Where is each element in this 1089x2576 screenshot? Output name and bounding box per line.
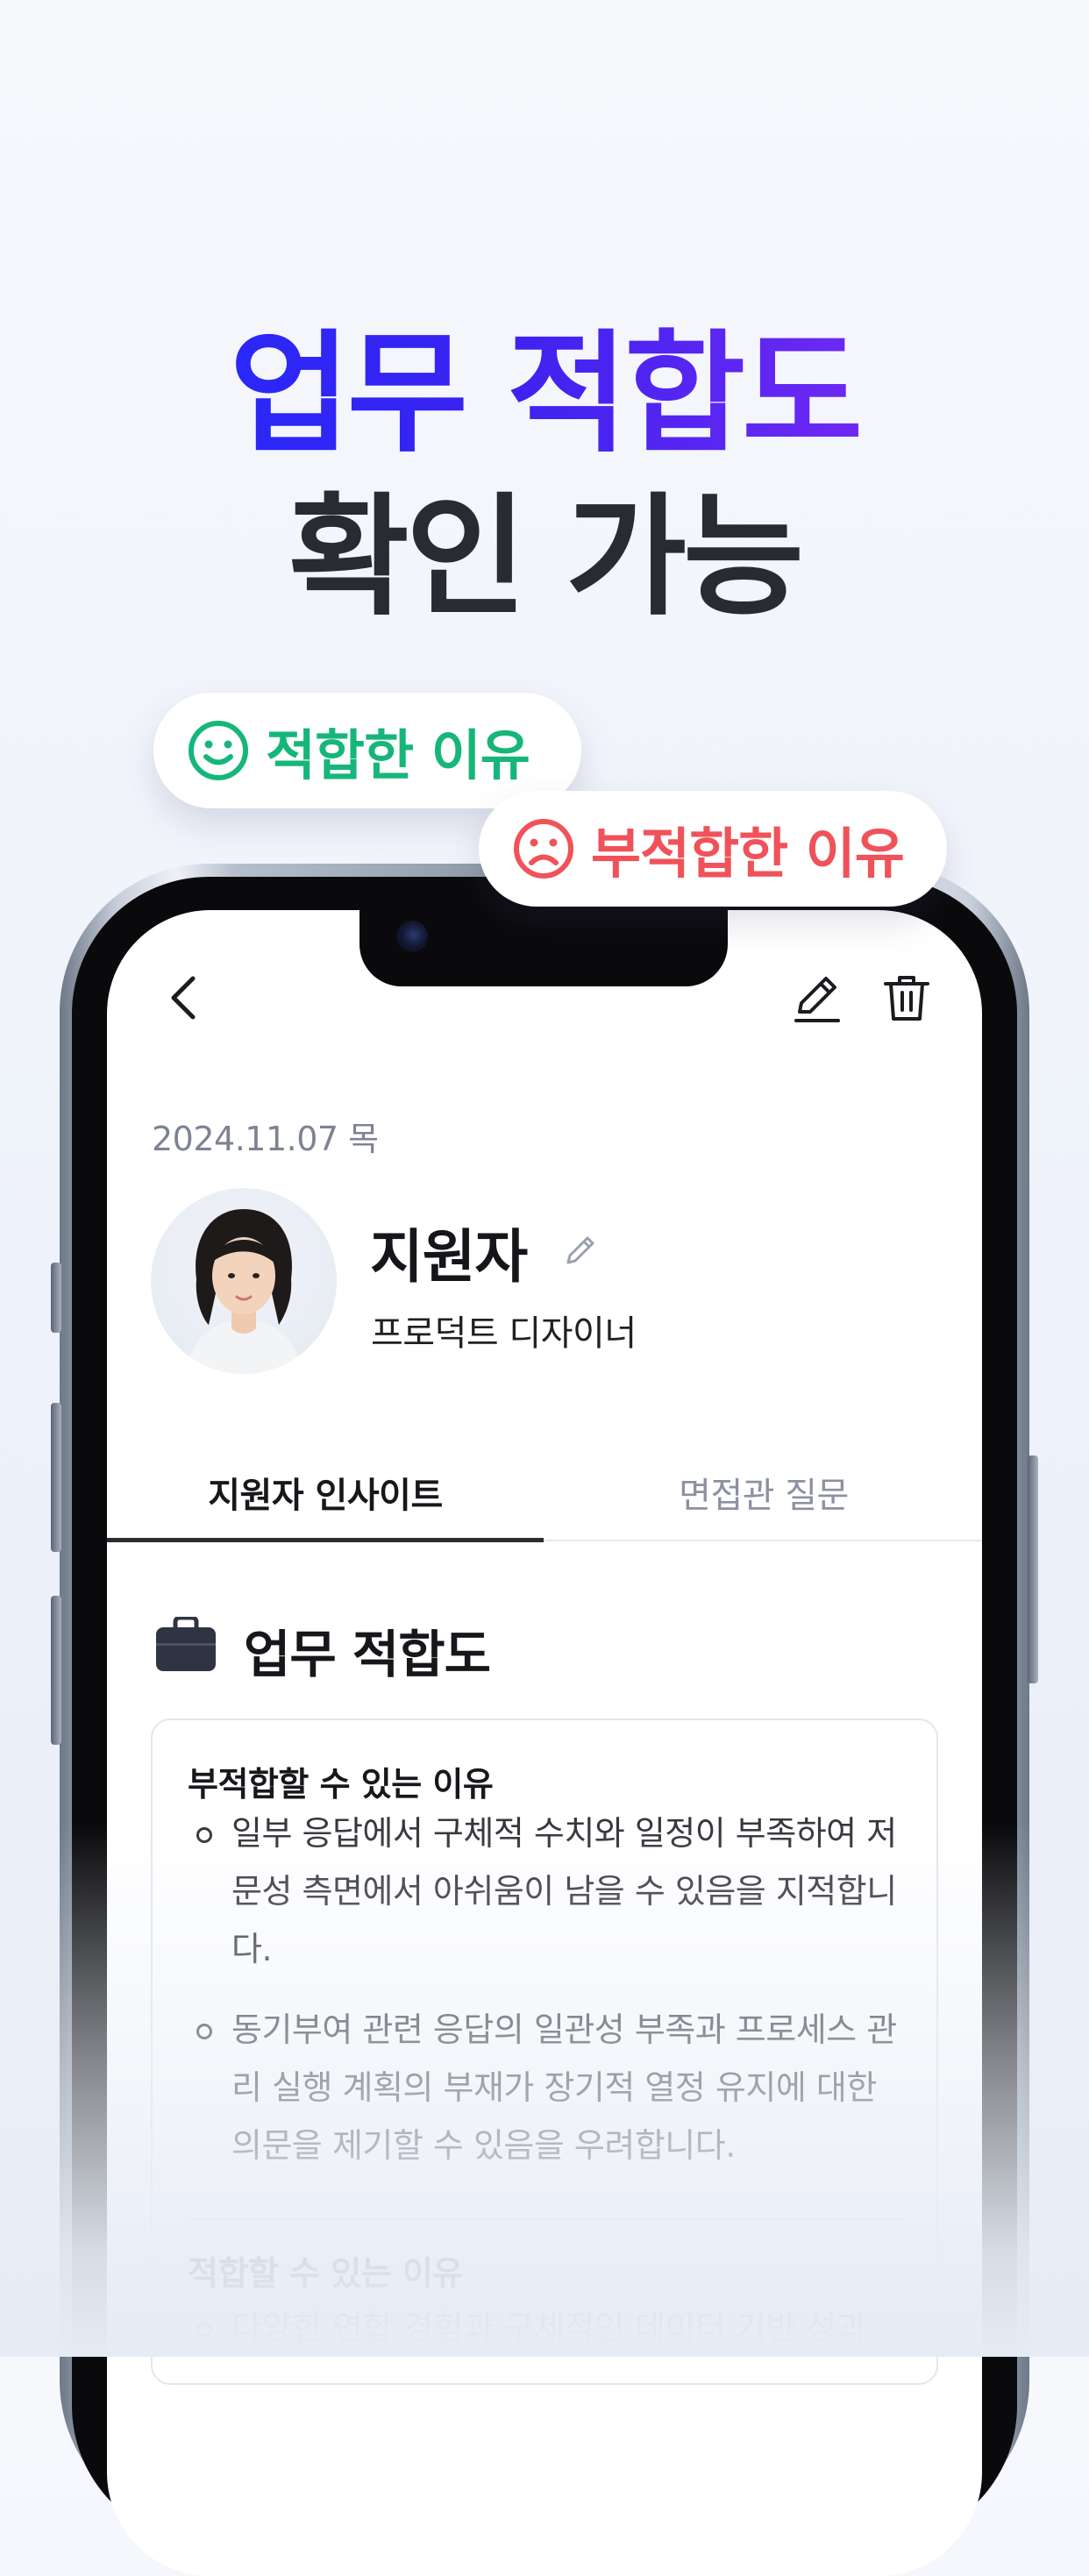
unfit-reason-chip: 부적합한 이유	[479, 791, 947, 907]
unfit-reason-chip-label: 부적합한 이유	[591, 822, 905, 886]
fit-reason-chip-label: 적합한 이유	[266, 723, 530, 787]
section-title: 업무 적합도	[244, 1625, 491, 1684]
phone-volume-up-button	[51, 1403, 61, 1552]
app-bar	[107, 956, 982, 1043]
chevron-left-icon	[171, 976, 196, 1020]
frown-icon	[514, 819, 573, 879]
edit-name-button[interactable]	[561, 1229, 601, 1270]
candidate-role: 프로덕트 디자이너	[371, 1313, 637, 1354]
unfit-reasons-heading: 부적합할 수 있는 이유	[188, 1765, 494, 1804]
phone-action-button	[51, 1263, 61, 1333]
tab-interviewer-questions[interactable]: 면접관 질문	[545, 1447, 982, 1538]
trash-icon	[884, 976, 929, 1021]
front-camera	[396, 921, 428, 952]
fit-reasons-heading: 적합할 수 있는 이유	[188, 2254, 463, 2293]
edit-button[interactable]	[789, 970, 845, 1026]
bullet-icon	[196, 2024, 212, 2039]
back-button[interactable]	[160, 971, 212, 1024]
unfit-reason-item: 일부 응답에서 구체적 수치와 일정이 부족하여 저문성 측면에서 아쉬움이 남…	[231, 1814, 897, 1968]
candidate-photo	[186, 1209, 302, 1374]
bullet-icon	[196, 1827, 212, 1843]
headline-line-2: 확인 가능	[288, 481, 804, 634]
interview-date: 2024.11.07 목	[152, 1120, 379, 1158]
fit-reason-item: 다양한 연합 경험과 구체적인 데이터 기반 성과	[231, 2309, 867, 2347]
headline: 업무 적합도 확인 가능	[0, 316, 1089, 637]
smile-icon	[189, 721, 248, 780]
active-tab-indicator	[107, 1538, 544, 1542]
pencil-icon	[566, 1236, 594, 1264]
delete-button[interactable]	[879, 970, 935, 1026]
pencil-icon	[794, 977, 840, 1022]
tab-candidate-insight[interactable]: 지원자 인사이트	[107, 1447, 544, 1538]
tab-bar: 지원자 인사이트 면접관 질문	[107, 1447, 982, 1542]
candidate-name: 지원자	[370, 1223, 528, 1291]
headline-line-1: 업무 적합도	[0, 316, 1089, 473]
avatar	[151, 1188, 337, 1374]
unfit-reason-item: 동기부여 관련 응답의 일관성 부족과 프로세스 관리 실행 계획의 부재가 장…	[231, 2010, 897, 2165]
bullet-icon	[196, 2322, 212, 2338]
phone-volume-down-button	[51, 1596, 61, 1745]
fit-analysis-card: 부적합할 수 있는 이유 일부 응답에서 구체적 수치와 일정이 부족하여 저문…	[151, 1719, 938, 2385]
card-divider	[188, 2218, 905, 2220]
phone-power-button	[1028, 1455, 1038, 1683]
fit-reason-chip: 적합한 이유	[153, 693, 581, 808]
briefcase-icon	[154, 1615, 217, 1673]
